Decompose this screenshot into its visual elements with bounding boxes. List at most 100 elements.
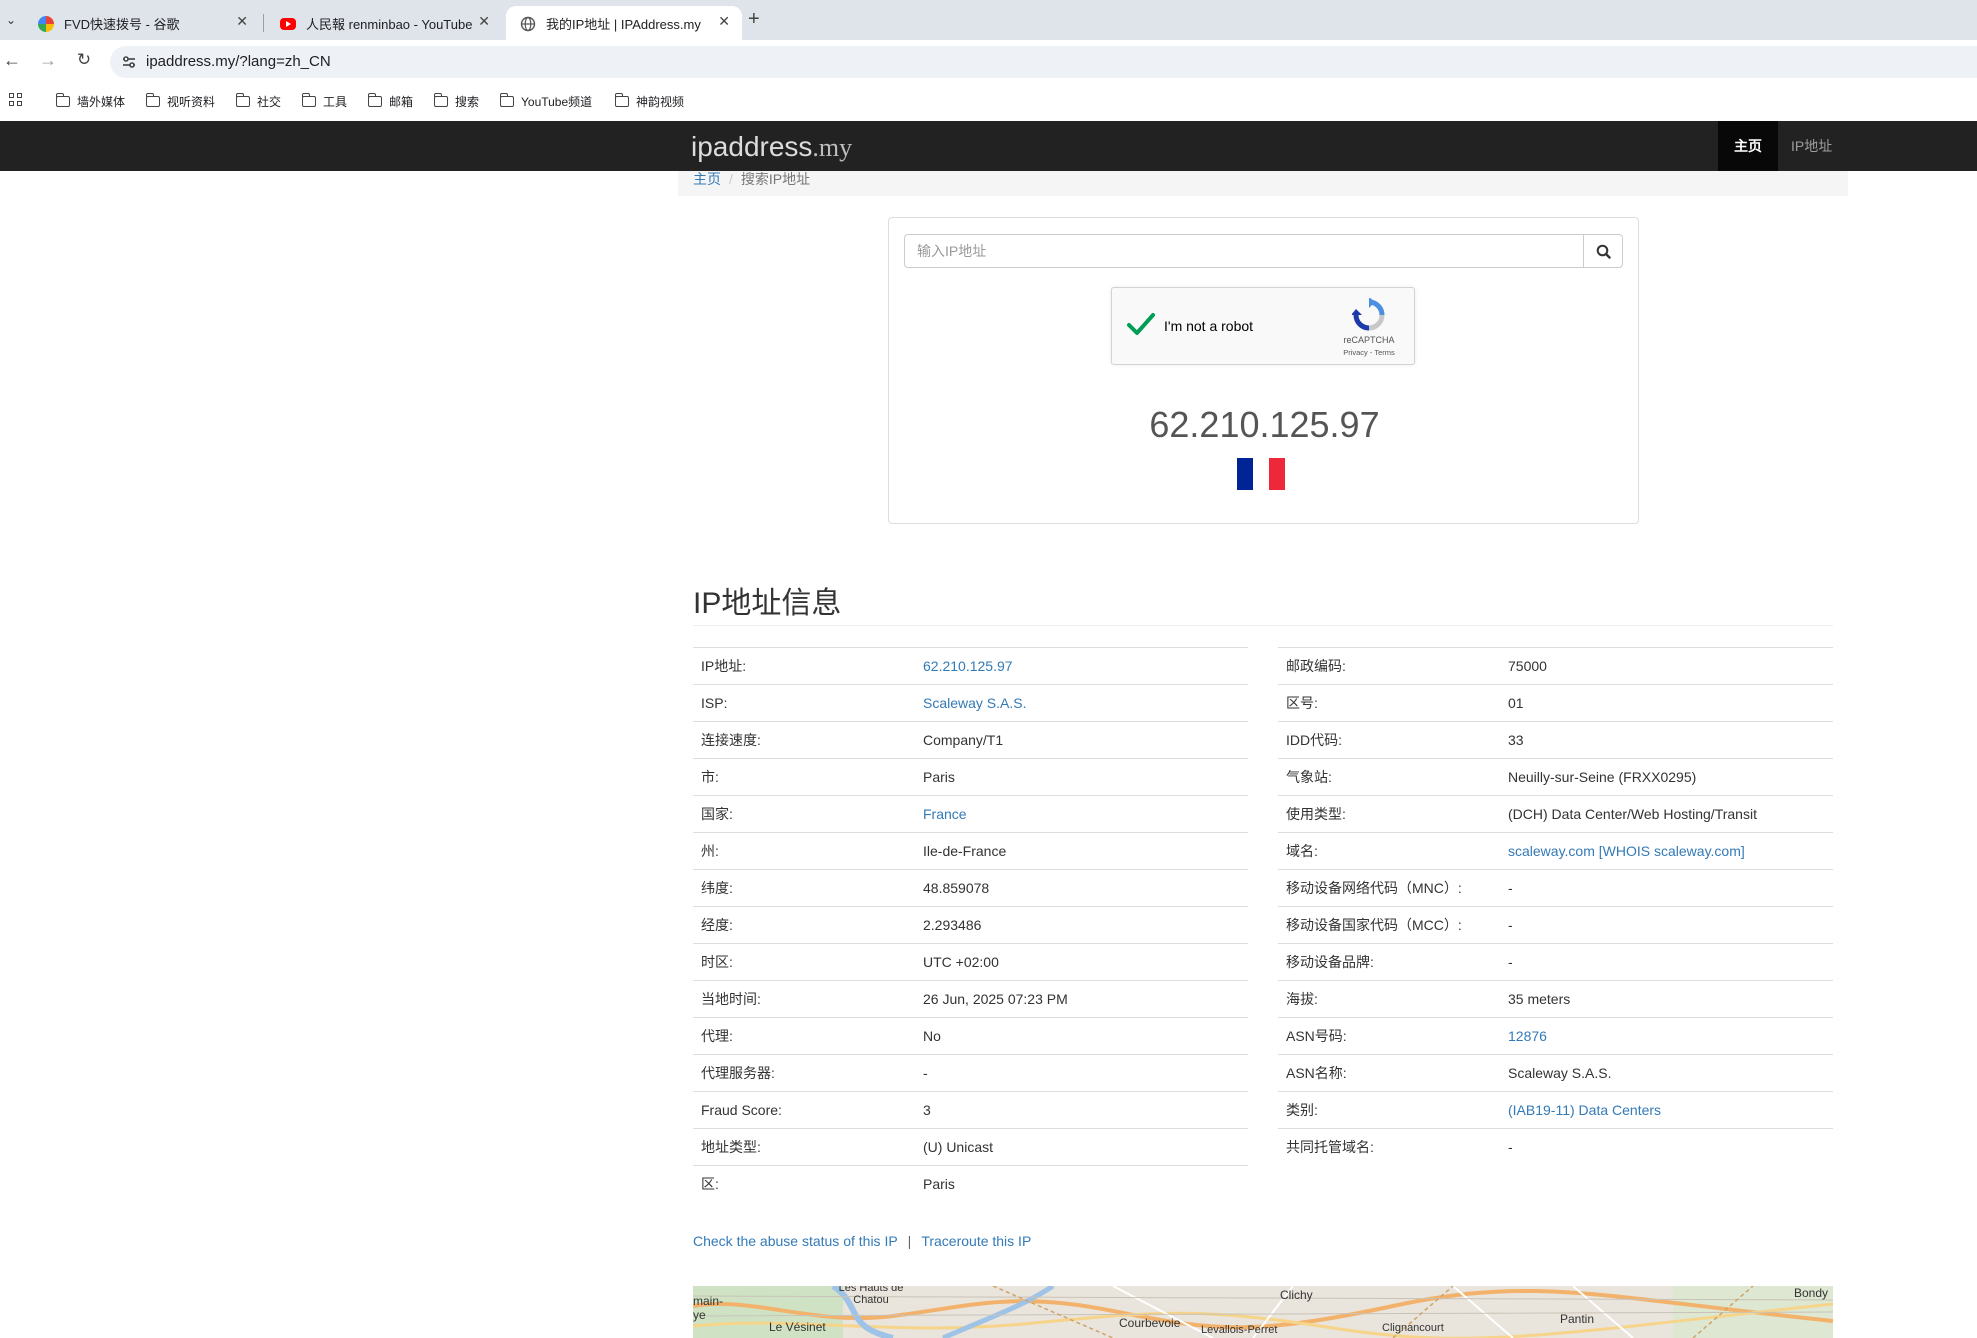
info-label: IDD代码:	[1278, 721, 1500, 759]
map-label: Clignancourt	[1382, 1322, 1444, 1334]
info-label: 移动设备网络代码（MNC）:	[1278, 869, 1500, 907]
bookmark-folder[interactable]: 神韵视频	[614, 93, 685, 110]
map-label: Le Vésinet	[769, 1320, 826, 1334]
table-row: 纬度: 48.859078	[693, 869, 1248, 907]
info-value: 01	[1500, 684, 1833, 722]
folder-icon	[301, 93, 316, 107]
info-value: Paris	[915, 1165, 1248, 1203]
traceroute-link[interactable]: Traceroute this IP	[921, 1233, 1031, 1249]
nav-ip-address[interactable]: IP地址	[1775, 121, 1848, 171]
ip-info-table-right: 邮政编码: 75000 区号: 01 IDD代码: 33 气象站: Neuilly-sur-S…	[1278, 647, 1833, 1166]
info-value-link[interactable]: 62.210.125.97	[923, 658, 1013, 674]
reload-icon[interactable]: ↻	[72, 50, 96, 70]
nav-home[interactable]: 主页	[1718, 121, 1778, 171]
ip-search-input[interactable]	[904, 234, 1584, 268]
tab-close-icon[interactable]: ✕	[236, 13, 248, 30]
tab-youtube[interactable]: 人民報 renminbao - YouTube ✕	[266, 6, 502, 40]
bookmark-folder[interactable]: 视听资料	[145, 93, 215, 110]
info-value: (U) Unicast	[915, 1128, 1248, 1166]
info-value: 3	[915, 1091, 1248, 1129]
search-panel: I'm not a robot reCAPTCHA Privacy - Term…	[888, 217, 1639, 524]
bookmark-folder[interactable]: 搜索	[433, 93, 480, 110]
info-value: 26 Jun, 2025 07:23 PM	[915, 980, 1248, 1018]
map-label: Bondy	[1794, 1286, 1829, 1300]
tab-close-icon[interactable]: ✕	[478, 13, 490, 30]
info-value-link[interactable]: Scaleway S.A.S.	[923, 695, 1027, 711]
table-row: IP地址: 62.210.125.97	[693, 647, 1248, 685]
table-row: 州: Ile-de-France	[693, 832, 1248, 870]
table-row: 海拔: 35 meters	[1278, 980, 1833, 1018]
brand-main: ipaddress	[691, 131, 813, 162]
detected-ip-address: 62.210.125.97	[1149, 404, 1380, 445]
tab-title: 我的IP地址 | IPAddress.my	[546, 17, 701, 32]
back-arrow-icon[interactable]: ←	[0, 50, 24, 71]
info-label: IP地址:	[693, 647, 915, 685]
globe-favicon-icon	[520, 16, 536, 32]
table-row: 经度: 2.293486	[693, 906, 1248, 944]
info-label: ASN号码:	[1278, 1017, 1500, 1055]
table-row: ASN名称: Scaleway S.A.S.	[1278, 1054, 1833, 1092]
bookmark-folder[interactable]: 墙外媒体	[55, 93, 125, 110]
info-value: No	[915, 1017, 1248, 1055]
folder-icon	[433, 93, 448, 107]
address-bar[interactable]: ipaddress.my/?lang=zh_CN	[110, 46, 1977, 78]
info-label: 邮政编码:	[1278, 647, 1500, 685]
location-map[interactable]: Les Hauts de Chatou main-ye Le Vésinet C…	[693, 1286, 1833, 1338]
browser-toolbar: ← → ↻ ipaddress.my/?lang=zh_CN	[0, 40, 1977, 84]
breadcrumb-current: 搜索IP地址	[740, 171, 811, 187]
tab-close-icon[interactable]: ✕	[718, 13, 730, 30]
flag-stripe-white	[1253, 458, 1269, 490]
info-value: Neuilly-sur-Seine (FRXX0295)	[1500, 758, 1833, 796]
recaptcha-logo-icon	[1351, 297, 1386, 332]
info-value-link[interactable]: 12876	[1508, 1028, 1547, 1044]
recaptcha-terms-link[interactable]: Privacy - Terms	[1312, 348, 1426, 357]
map-label: Les Hauts de Chatou	[838, 1286, 904, 1306]
apps-grid-icon[interactable]	[9, 93, 23, 107]
site-settings-icon[interactable]	[120, 53, 138, 71]
bookmark-folder[interactable]: 工具	[301, 93, 347, 110]
info-value-link[interactable]: France	[923, 806, 967, 822]
info-label: 移动设备国家代码（MCC）:	[1278, 906, 1500, 944]
table-row: ASN号码: 12876	[1278, 1017, 1833, 1055]
info-label: 区:	[693, 1165, 915, 1203]
site-brand-logo[interactable]: ipaddress.my	[691, 131, 852, 163]
table-row: 气象站: Neuilly-sur-Seine (FRXX0295)	[1278, 758, 1833, 796]
info-value: 48.859078	[915, 869, 1248, 907]
info-label: ISP:	[693, 684, 915, 722]
info-label: 类别:	[1278, 1091, 1500, 1129]
recaptcha-widget[interactable]: I'm not a robot reCAPTCHA Privacy - Term…	[1111, 287, 1415, 365]
tab-ipaddress[interactable]: 我的IP地址 | IPAddress.my ✕	[506, 6, 742, 40]
bookmark-folder[interactable]: 社交	[235, 93, 281, 110]
url-text[interactable]: ipaddress.my/?lang=zh_CN	[146, 53, 331, 70]
info-value-link[interactable]: (IAB19-11) Data Centers	[1508, 1102, 1661, 1118]
info-label: 域名:	[1278, 832, 1500, 870]
info-value: 2.293486	[915, 906, 1248, 944]
info-label: 代理服务器:	[693, 1054, 915, 1092]
table-row: IDD代码: 33	[1278, 721, 1833, 759]
flag-stripe-red	[1269, 458, 1285, 490]
map-label: Levallois-Perret	[1201, 1324, 1278, 1336]
bookmark-folder[interactable]: 邮箱	[367, 93, 413, 110]
checkmark-icon[interactable]	[1126, 310, 1156, 340]
table-row: 类别: (IAB19-11) Data Centers	[1278, 1091, 1833, 1129]
info-value: Scaleway S.A.S.	[1500, 1054, 1833, 1092]
breadcrumb-home-link[interactable]: 主页	[693, 171, 721, 187]
info-label: 当地时间:	[693, 980, 915, 1018]
info-label: 市:	[693, 758, 915, 796]
bookmark-label: 搜索	[455, 95, 480, 109]
info-value-cell: France	[915, 795, 1248, 833]
search-button[interactable]	[1583, 234, 1623, 268]
new-tab-button[interactable]: +	[748, 8, 760, 31]
bookmark-folder[interactable]: YouTube频道	[499, 93, 592, 110]
table-row: 域名: scaleway.com [WHOIS scaleway.com]	[1278, 832, 1833, 870]
recaptcha-label: I'm not a robot	[1164, 318, 1254, 334]
site-navbar: ipaddress.my 主页 IP地址	[0, 121, 1977, 171]
forward-arrow-icon[interactable]: →	[36, 50, 60, 71]
info-value-link[interactable]: scaleway.com [WHOIS scaleway.com]	[1508, 843, 1745, 859]
tab-fvd[interactable]: FVD快速拨号 - 谷歌 ✕	[24, 6, 260, 40]
tab-search-chevron-icon[interactable]: ⌄	[0, 8, 22, 32]
bookmark-label: 神韵视频	[636, 95, 685, 109]
heading-divider	[693, 625, 1833, 626]
abuse-check-link[interactable]: Check the abuse status of this IP	[693, 1233, 898, 1249]
ip-info-table-left: IP地址: 62.210.125.97 ISP: Scaleway S.A.S. 连接速…	[693, 647, 1248, 1203]
